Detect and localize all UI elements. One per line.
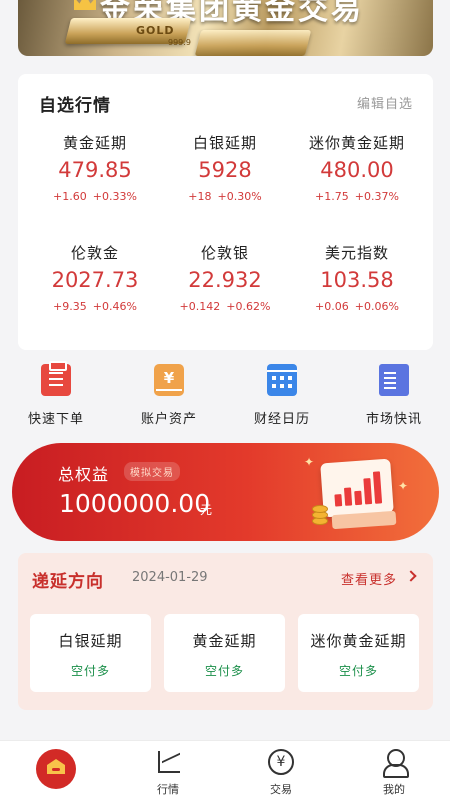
quick-action-label: 账户资产 bbox=[140, 412, 197, 427]
rollover-item-name: 迷你黄金延期 bbox=[310, 632, 407, 650]
quote-item[interactable]: 黄金延期 479.85 +1.60 +0.33% bbox=[26, 132, 164, 203]
quote-price: 5928 bbox=[198, 158, 252, 182]
total-equity-card[interactable]: 总权益 模拟交易 1000000.00 元 ✦ ✦ bbox=[12, 443, 439, 541]
quote-change: +1.60 +0.33% bbox=[53, 190, 137, 203]
quote-item[interactable]: 伦敦银 22.932 +0.142 +0.62% bbox=[156, 242, 294, 313]
quick-action-label: 市场快讯 bbox=[365, 412, 422, 427]
quote-price: 2027.73 bbox=[51, 268, 139, 292]
quote-name: 迷你黄金延期 bbox=[308, 134, 405, 152]
news-icon bbox=[379, 364, 409, 396]
watchlist-title: 自选行情 bbox=[39, 96, 111, 116]
edit-watchlist-button[interactable]: 编辑自选 bbox=[357, 93, 413, 112]
quote-change: +9.35 +0.46% bbox=[53, 300, 137, 313]
quote-name: 伦敦金 bbox=[70, 244, 119, 262]
calendar-icon bbox=[267, 364, 297, 396]
sparkle-icon: ✦ bbox=[398, 479, 409, 493]
tab-home[interactable] bbox=[0, 741, 112, 800]
chevron-right-icon[interactable] bbox=[405, 570, 417, 582]
quote-change: +0.06 +0.06% bbox=[315, 300, 399, 313]
account-assets-button[interactable]: 账户资产 bbox=[114, 364, 224, 427]
coin-icon bbox=[312, 505, 328, 513]
rollover-item-direction: 空付多 bbox=[70, 664, 110, 678]
quote-item[interactable]: 伦敦金 2027.73 +9.35 +0.46% bbox=[26, 242, 164, 313]
sparkle-icon: ✦ bbox=[304, 455, 315, 469]
quote-name: 白银延期 bbox=[192, 134, 257, 152]
quick-action-label: 快速下单 bbox=[27, 412, 84, 427]
market-news-button[interactable]: 市场快讯 bbox=[339, 364, 449, 427]
quote-item[interactable]: 迷你黄金延期 480.00 +1.75 +0.37% bbox=[288, 132, 426, 203]
assets-icon bbox=[154, 364, 184, 396]
view-more-link[interactable]: 查看更多 bbox=[341, 569, 397, 588]
quick-actions: 快速下单 账户资产 财经日历 市场快讯 bbox=[0, 361, 450, 430]
rollover-item[interactable]: 白银延期 空付多 bbox=[30, 614, 151, 692]
gold-bar-image bbox=[194, 30, 312, 56]
quote-name: 伦敦银 bbox=[200, 244, 249, 262]
order-icon bbox=[41, 361, 71, 396]
user-icon bbox=[383, 749, 409, 778]
quote-item[interactable]: 白银延期 5928 +18 +0.30% bbox=[156, 132, 294, 203]
tab-label: 行情 bbox=[157, 783, 179, 796]
finance-calendar-button[interactable]: 财经日历 bbox=[227, 364, 337, 427]
quote-price: 22.932 bbox=[188, 268, 262, 292]
equity-title: 总权益 bbox=[58, 465, 110, 484]
tab-market[interactable]: 行情 bbox=[112, 741, 224, 800]
screen-stand bbox=[331, 510, 397, 530]
rollover-item[interactable]: 黄金延期 空付多 bbox=[164, 614, 285, 692]
quote-price: 479.85 bbox=[58, 158, 132, 182]
gold-bar-purity: 999.9 bbox=[168, 38, 191, 47]
rollover-item[interactable]: 迷你黄金延期 空付多 bbox=[298, 614, 419, 692]
quote-change: +18 +0.30% bbox=[188, 190, 262, 203]
rollover-item-direction: 空付多 bbox=[204, 664, 244, 678]
quote-name: 美元指数 bbox=[324, 244, 389, 262]
chart-screen-illustration: ✦ ✦ bbox=[304, 451, 414, 535]
rollover-item-name: 黄金延期 bbox=[192, 632, 257, 650]
home-icon bbox=[36, 749, 76, 789]
tab-label: 交易 bbox=[270, 783, 292, 796]
quote-change: +1.75 +0.37% bbox=[315, 190, 399, 203]
rollover-date: 2024-01-29 bbox=[132, 570, 208, 585]
quote-item[interactable]: 美元指数 103.58 +0.06 +0.06% bbox=[288, 242, 426, 313]
quick-order-button[interactable]: 快速下单 bbox=[1, 361, 111, 427]
gold-bar-label: GOLD bbox=[136, 24, 175, 37]
tab-mine[interactable]: 我的 bbox=[338, 741, 450, 800]
rollover-item-name: 白银延期 bbox=[58, 632, 123, 650]
screen-image bbox=[320, 458, 394, 518]
trend-icon bbox=[158, 751, 180, 773]
quote-price: 103.58 bbox=[320, 268, 394, 292]
watchlist-card: 自选行情 编辑自选 黄金延期 479.85 +1.60 +0.33% 白银延期 5… bbox=[18, 74, 433, 350]
tab-trade[interactable]: ¥ 交易 bbox=[225, 741, 337, 800]
rollover-item-direction: 空付多 bbox=[338, 664, 378, 678]
rollover-title: 递延方向 bbox=[32, 572, 104, 592]
quote-price: 480.00 bbox=[320, 158, 394, 182]
yen-icon: ¥ bbox=[268, 749, 294, 775]
equity-value: 1000000.00 bbox=[59, 489, 211, 518]
quick-action-label: 财经日历 bbox=[253, 412, 310, 427]
equity-unit: 元 bbox=[200, 503, 213, 517]
bottom-nav: 行情 ¥ 交易 我的 bbox=[0, 740, 450, 800]
crown-icon bbox=[74, 0, 96, 10]
promo-banner[interactable]: 金荣集团黄金交易 GOLD 999.9 bbox=[18, 0, 433, 56]
tab-label: 我的 bbox=[383, 783, 405, 796]
quote-name: 黄金延期 bbox=[62, 134, 127, 152]
demo-trading-badge: 模拟交易 bbox=[124, 462, 180, 481]
quote-change: +0.142 +0.62% bbox=[179, 300, 271, 313]
rollover-direction-card: 递延方向 2024-01-29 查看更多 白银延期 空付多 黄金延期 空付多 迷… bbox=[18, 553, 433, 710]
